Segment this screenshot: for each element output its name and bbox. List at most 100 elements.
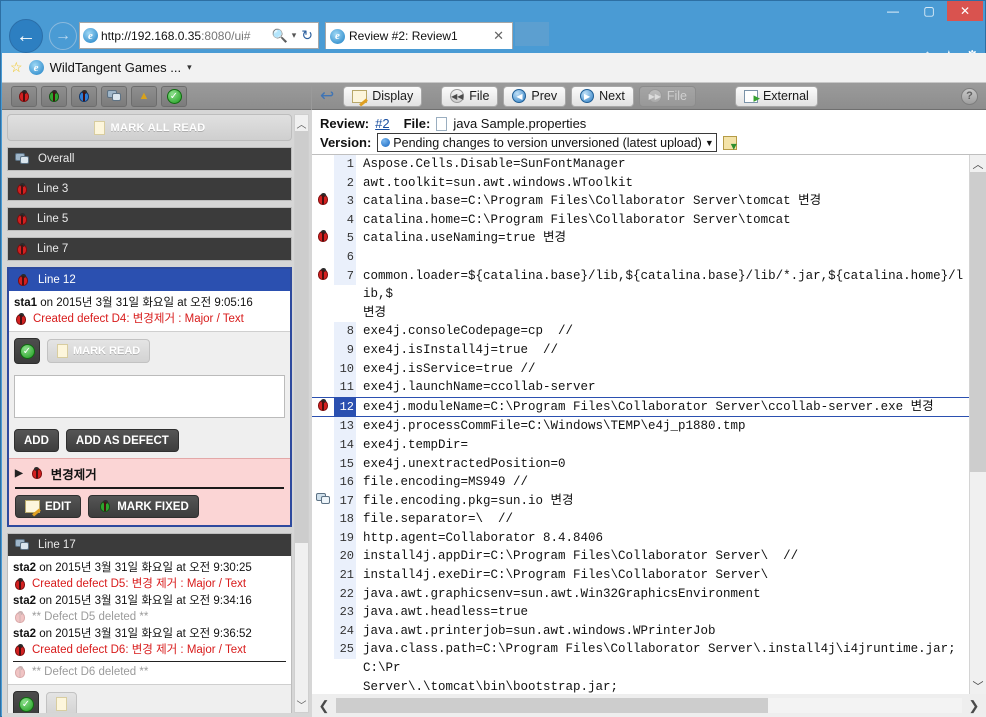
prev-button[interactable]: ◀ Prev	[503, 85, 567, 107]
filter-warning-button[interactable]: ▲	[131, 85, 157, 107]
version-select[interactable]: Pending changes to version unversioned (…	[377, 133, 717, 152]
first-file-button[interactable]: ◀◀ File	[441, 85, 499, 107]
code-line-marker[interactable]	[312, 248, 334, 267]
code-line-marker[interactable]	[312, 378, 334, 397]
code-line[interactable]: 22 java.awt.graphicsenv=sun.awt.Win32Grap…	[312, 584, 969, 604]
code-line-marker[interactable]	[312, 155, 334, 174]
scroll-left-icon[interactable]: ❮	[312, 698, 336, 714]
comment-group-header[interactable]: Line 5	[8, 208, 291, 230]
tab-review[interactable]: e Review #2: Review1 ✕	[325, 22, 513, 49]
close-button[interactable]: ✕	[947, 1, 983, 21]
code-line-marker[interactable]	[312, 529, 334, 548]
code-line[interactable]: 10 exe4j.isService=true //	[312, 359, 969, 379]
external-button[interactable]: External	[734, 85, 818, 107]
code-line-marker[interactable]	[312, 211, 334, 230]
tab-close-icon[interactable]: ✕	[489, 28, 508, 44]
code-line[interactable]: 16 file.encoding=MS949 //	[312, 473, 969, 492]
code-line[interactable]: 25 java.class.path=C:\Program Files\Colla…	[312, 640, 969, 694]
minimize-button[interactable]: —	[875, 1, 911, 21]
code-line[interactable]: 7 common.loader=${catalina.base}/lib,${ca…	[312, 266, 969, 323]
code-line[interactable]: 12 exe4j.moduleName=C:\Program Files\Coll…	[312, 396, 969, 418]
filter-defect-new-button[interactable]	[71, 85, 97, 107]
code-line[interactable]: 13 exe4j.processCommFile=C:\Windows\TEMP\…	[312, 417, 969, 436]
code-line-marker[interactable]	[312, 640, 334, 659]
comment-group-line17[interactable]: Line 17 sta2 on 2015년 3월 31일 화요일 at 오전 9…	[7, 533, 292, 713]
mark-all-read-button[interactable]: MARK ALL READ	[7, 114, 292, 141]
scroll-up-icon[interactable]: ︿	[295, 115, 308, 131]
code-line[interactable]: 18 file.separator=\ //	[312, 510, 969, 529]
filter-accepted-button[interactable]: ✓	[161, 85, 187, 107]
filter-defect-fixed-button[interactable]	[41, 85, 67, 107]
code-line-marker[interactable]	[312, 566, 334, 585]
code-line-marker[interactable]	[312, 322, 334, 341]
filter-comment-button[interactable]	[101, 85, 127, 107]
add-favorite-icon[interactable]: ☆	[10, 59, 23, 76]
code-line[interactable]: 23 java.awt.headless=true	[312, 603, 969, 622]
code-line[interactable]: 19 http.agent=Collaborator 8.4.8406	[312, 528, 969, 548]
code-line[interactable]: 6	[312, 247, 969, 267]
mark-read-button[interactable]	[46, 692, 77, 713]
comment-group-overall[interactable]: Overall	[7, 147, 292, 171]
maximize-button[interactable]: ▢	[911, 1, 947, 21]
undo-icon[interactable]: ↩	[320, 86, 334, 106]
code-line[interactable]: 21 install4j.exeDir=C:\Program Files\Coll…	[312, 566, 969, 585]
code-line[interactable]: 24 java.awt.printerjob=sun.awt.windows.WP…	[312, 621, 969, 641]
scroll-down-icon[interactable]: ﹀	[970, 677, 986, 694]
review-id-link[interactable]: #2	[375, 116, 389, 131]
add-as-defect-button[interactable]: ADD AS DEFECT	[65, 429, 179, 452]
accept-comment-button[interactable]: ✓	[13, 691, 39, 713]
scrollbar-track[interactable]	[336, 698, 962, 713]
comments-scrollbar[interactable]: ︿ ﹀	[294, 114, 309, 713]
refresh-icon[interactable]: ↻	[299, 27, 315, 44]
comment-group-header[interactable]: Line 12	[9, 269, 290, 291]
code-line-marker[interactable]	[312, 417, 334, 436]
accept-comment-button[interactable]: ✓	[14, 338, 40, 364]
scrollbar-thumb[interactable]	[295, 131, 308, 543]
code-line-marker[interactable]	[312, 585, 334, 604]
code-line[interactable]: 9 exe4j.isInstall4j=true //	[312, 340, 969, 360]
code-line[interactable]: 1 Aspose.Cells.Disable=SunFontManager	[312, 155, 969, 174]
code-line[interactable]: 20 install4j.appDir=C:\Program Files\Coll…	[312, 547, 969, 567]
scroll-up-icon[interactable]: ︿	[970, 155, 986, 172]
code-line[interactable]: 5 catalina.useNaming=true 변경	[312, 229, 969, 248]
code-line-marker[interactable]	[312, 547, 334, 566]
code-line-marker[interactable]	[312, 174, 334, 193]
defect-panel-header[interactable]: ▶ 변경제거	[15, 464, 284, 483]
code-line[interactable]: 15 exe4j.unextractedPosition=0	[312, 454, 969, 474]
code-line-marker[interactable]	[312, 398, 334, 417]
edit-defect-button[interactable]: EDIT	[15, 495, 82, 518]
expand-triangle-icon[interactable]: ▶	[15, 468, 23, 479]
code-line[interactable]: 14 exe4j.tempDir=	[312, 435, 969, 455]
code-horizontal-scrollbar[interactable]: ❮ ❯	[312, 694, 986, 717]
code-line-marker[interactable]	[312, 603, 334, 622]
code-line[interactable]: 2 awt.toolkit=sun.awt.windows.WToolkit	[312, 173, 969, 193]
comment-group-line7[interactable]: Line 7	[7, 237, 292, 261]
forward-button[interactable]: →	[49, 22, 77, 50]
comment-group-line5[interactable]: Line 5	[7, 207, 292, 231]
comment-list[interactable]: MARK ALL READ Overall Line 3 Line 5 Line…	[7, 114, 292, 713]
code-line-marker[interactable]	[312, 510, 334, 529]
scrollbar-thumb[interactable]	[336, 698, 768, 713]
address-bar[interactable]: e http://192.168.0.35:8080/ui# 🔍 ▾ ↻	[79, 22, 319, 49]
comment-group-line3[interactable]: Line 3	[7, 177, 292, 201]
new-tab-button[interactable]	[515, 22, 549, 46]
comment-group-header[interactable]: Line 3	[8, 178, 291, 200]
scrollbar-thumb[interactable]	[970, 172, 986, 472]
help-icon[interactable]: ?	[961, 87, 978, 105]
code-line[interactable]: 8 exe4j.consoleCodepage=cp //	[312, 322, 969, 341]
code-line-marker[interactable]	[312, 436, 334, 455]
code-line-marker[interactable]	[312, 192, 334, 211]
code-line-marker[interactable]	[312, 229, 334, 248]
code-line[interactable]: 11 exe4j.launchName=ccollab-server	[312, 378, 969, 397]
code-line-marker[interactable]	[312, 360, 334, 379]
code-line[interactable]: 3 catalina.base=C:\Program Files\Collabor…	[312, 192, 969, 211]
search-icon[interactable]: 🔍	[271, 28, 289, 44]
mark-read-button[interactable]: MARK READ	[47, 339, 151, 363]
code-line-marker[interactable]	[312, 622, 334, 641]
scroll-right-icon[interactable]: ❯	[962, 698, 986, 714]
comment-input[interactable]	[14, 375, 285, 418]
display-button[interactable]: Display	[343, 85, 423, 107]
chevron-down-icon[interactable]: ▾	[187, 62, 192, 73]
comment-group-header[interactable]: Line 17	[8, 534, 291, 556]
code-line[interactable]: 17 file.encoding.pkg=sun.io 변경	[312, 491, 969, 511]
